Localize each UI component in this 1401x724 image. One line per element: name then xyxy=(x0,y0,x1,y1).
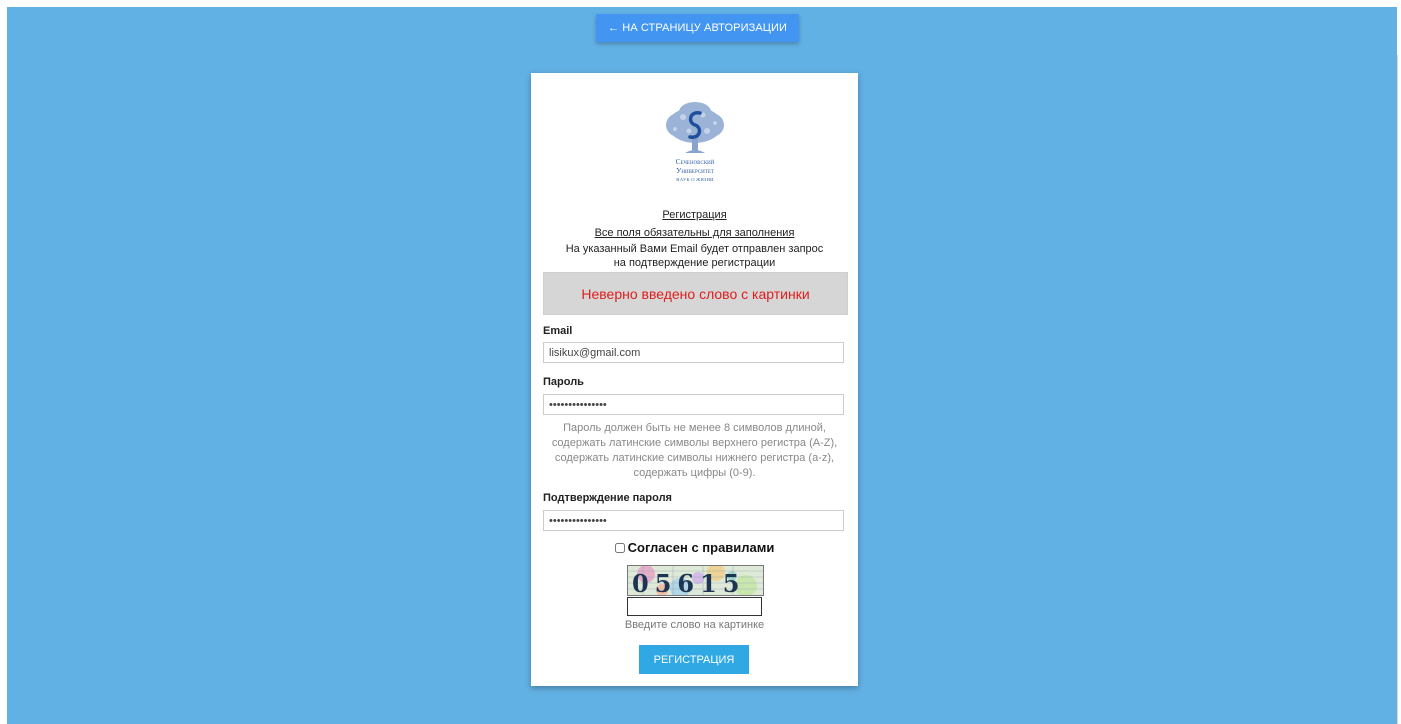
scroll-edge xyxy=(1397,55,1398,724)
agree-checkbox[interactable] xyxy=(614,542,625,553)
logo-line-3: НАУК О ЖИЗНИ xyxy=(676,177,714,182)
password-hint-line: содержать латинские символы нижнего реги… xyxy=(554,452,835,464)
password-hint-line: содержать латинские символы верхнего рег… xyxy=(551,437,838,449)
password-field[interactable] xyxy=(543,394,844,415)
password-label: Пароль xyxy=(543,376,584,388)
agree-row: Согласен с правилами xyxy=(531,540,858,555)
required-note: Все поля обязательны для заполнения xyxy=(594,227,795,239)
agree-label[interactable]: Согласен с правилами xyxy=(628,540,775,555)
error-text: Неверно введено слово с картинки xyxy=(581,285,810,302)
password-hint-line: содержать цифры (0-9). xyxy=(633,467,756,479)
email-label: Email xyxy=(543,325,573,337)
info-line-1: На указанный Вами Email будет отправлен … xyxy=(565,243,824,255)
captcha-input[interactable] xyxy=(627,597,762,616)
password-hint-line: Пароль должен быть не менее 8 символов д… xyxy=(563,422,826,434)
confirm-password-field[interactable] xyxy=(543,510,844,531)
registration-title: Регистрация xyxy=(662,209,727,221)
tree-icon xyxy=(666,102,724,153)
university-logo: Сеченовский Университет НАУК О ЖИЗНИ xyxy=(659,101,731,191)
logo-line-2: Университет xyxy=(676,166,714,175)
error-message: Неверно введено слово с картинки xyxy=(543,272,848,315)
university-name: Сеченовский Университет НАУК О ЖИЗНИ xyxy=(659,157,731,184)
captcha-hint: Введите слово на картинке xyxy=(624,619,765,631)
password-hint: Пароль должен быть не менее 8 символов д… xyxy=(543,421,846,481)
confirm-password-label: Подтверждение пароля xyxy=(543,492,672,504)
captcha-image: 05615 xyxy=(627,565,764,596)
back-to-login-button[interactable]: ← НА СТРАНИЦУ АВТОРИЗАЦИИ xyxy=(596,14,799,42)
registration-card: Сеченовский Университет НАУК О ЖИЗНИ Рег… xyxy=(531,73,858,686)
email-field[interactable] xyxy=(543,342,844,363)
logo-line-1: Сеченовский xyxy=(675,157,715,166)
register-button[interactable]: РЕГИСТРАЦИЯ xyxy=(639,645,749,674)
captcha-text: 05615 xyxy=(632,569,746,595)
info-line-2: на подтверждение регистрации xyxy=(613,257,776,269)
